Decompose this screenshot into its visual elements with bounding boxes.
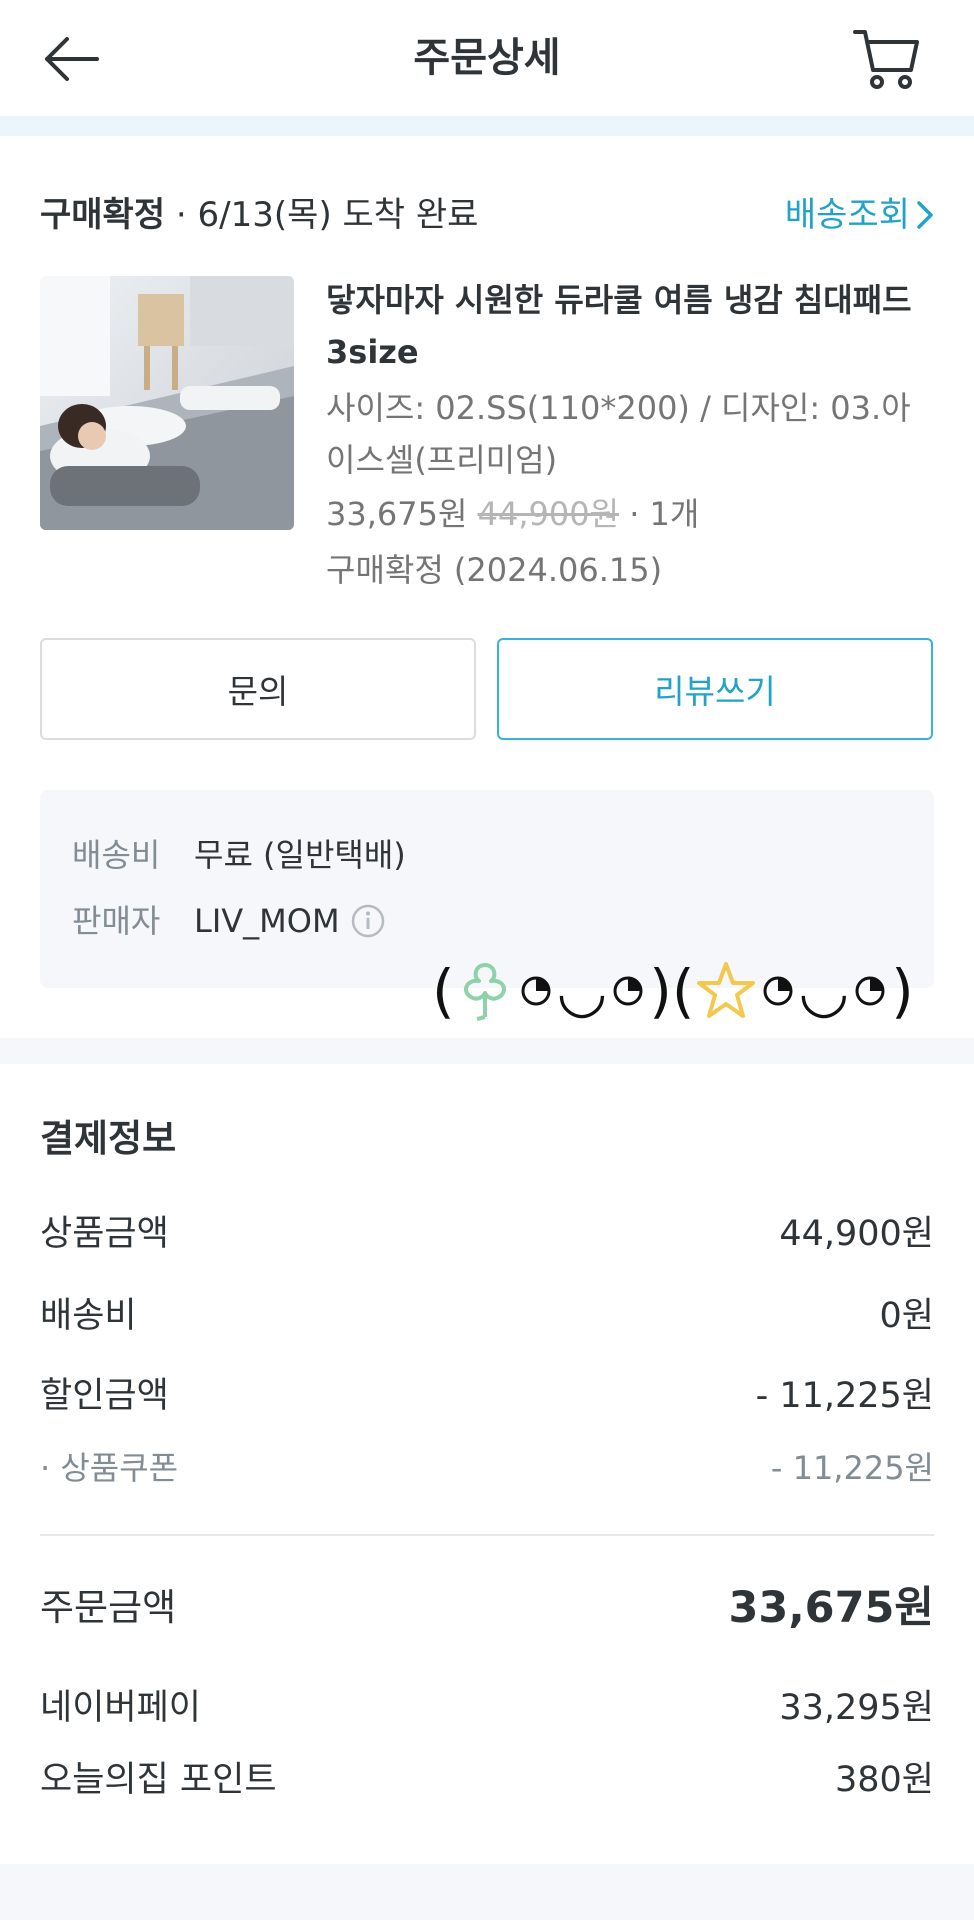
order-total-label: 주문금액 [40,1586,177,1629]
product-image[interactable] [40,276,294,530]
inquiry-button[interactable]: 문의 [40,638,476,740]
tracking-label: 배송조회 [784,195,910,235]
product-name[interactable]: 닿자마자 시원한 듀라쿨 여름 냉감 침대패드 3size [326,274,936,378]
emoticon-close-paren-2: ) [891,957,914,1025]
purchase-confirm-status: 구매확정 (2024.06.15) [326,551,663,589]
product-quantity: · 1개 [619,495,700,533]
order-total-row: 주문금액 33,675원 [40,1580,934,1636]
bottom-divider [0,1864,974,1920]
eye-right-icon-2 [855,976,885,1006]
payment-method-label: 네이버페이 [40,1688,202,1728]
emoticon-open-paren-2: ( [671,957,695,1025]
payment-row: 배송비 0원 [40,1288,934,1344]
payment-method-row: 네이버페이 33,295원 [40,1680,934,1736]
eye-right-icon [613,976,643,1006]
emoticon-mouth: ◡ [556,957,608,1025]
seller-key: 판매자 [72,902,161,940]
payment-divider [40,1534,934,1536]
order-detail-page: 주문상세 구매확정 · 6/13(목) 도착 완료 배송조회 닿자마자 시원한 … [0,0,974,1920]
seller-info-button[interactable] [350,903,386,939]
emoticon-close-paren: ) [649,957,672,1025]
payment-method-row: 오늘의집 포인트 380원 [40,1752,934,1808]
order-total-value: 33,675원 [728,1583,935,1633]
status-label: 구매확정 [40,195,166,235]
top-bar: 주문상세 [0,0,974,116]
payment-row-label: 상품금액 [40,1214,169,1254]
info-icon [351,904,384,938]
tracking-link[interactable]: 배송조회 [785,190,934,240]
payment-method-value: 380원 [834,1760,934,1800]
emoticon-mouth-2: ◡ [798,957,850,1025]
payment-row: 상품금액 44,900원 [40,1206,934,1262]
payment-method-label: 오늘의집 포인트 [40,1760,277,1800]
payment-row: 할인금액 - 11,225원 [40,1368,934,1424]
coupon-label: · 상품쿠폰 [40,1449,179,1487]
emoticon-sticker: ( ◡ ) ( ◡ ) [432,956,914,1026]
eye-left-icon [521,976,551,1006]
order-status: 구매확정 · 6/13(목) 도착 완료 [40,190,478,240]
seller-value: LIV_MOM [194,902,340,940]
seller-row: 판매자 LIV_MOM [72,896,386,946]
cart-button[interactable] [850,24,922,94]
payment-row-label: 할인금액 [40,1376,169,1416]
section-divider [0,1038,974,1064]
product-option: 사이즈: 02.SS(110*200) / 디자인: 03.아이스셀(프리미엄) [326,389,911,479]
payment-row-value: - 11,225원 [755,1376,934,1416]
page-title: 주문상세 [413,35,561,81]
shipping-fee-value: 무료 (일반택배) [194,836,406,874]
payment-row-label: 배송비 [40,1296,137,1336]
eye-left-icon-2 [763,976,793,1006]
payment-section-title: 결제정보 [40,1117,177,1160]
shipping-fee-key: 배송비 [72,836,161,874]
shipping-fee-row: 배송비 무료 (일반택배) [72,830,406,880]
header-divider [0,116,974,136]
payment-row-value: 0원 [879,1296,934,1336]
product-price-row: 33,675원 44,900원 · 1개 [326,488,699,540]
star-icon [696,962,755,1018]
chevron-right-icon [917,201,933,229]
cart-icon [853,30,919,89]
product-original-price: 44,900원 [477,495,620,533]
payment-row-value: 44,900원 [779,1214,934,1254]
status-detail: · 6/13(목) 도착 완료 [165,195,479,235]
emoticon-open-paren: ( [432,957,455,1025]
write-review-button[interactable]: 리뷰쓰기 [497,638,933,740]
payment-method-value: 33,295원 [779,1688,934,1728]
coupon-value: - 11,225원 [770,1449,934,1487]
coupon-row: · 상품쿠폰 - 11,225원 [40,1440,934,1496]
clover-icon [463,963,506,1021]
product-price: 33,675원 [326,495,468,533]
